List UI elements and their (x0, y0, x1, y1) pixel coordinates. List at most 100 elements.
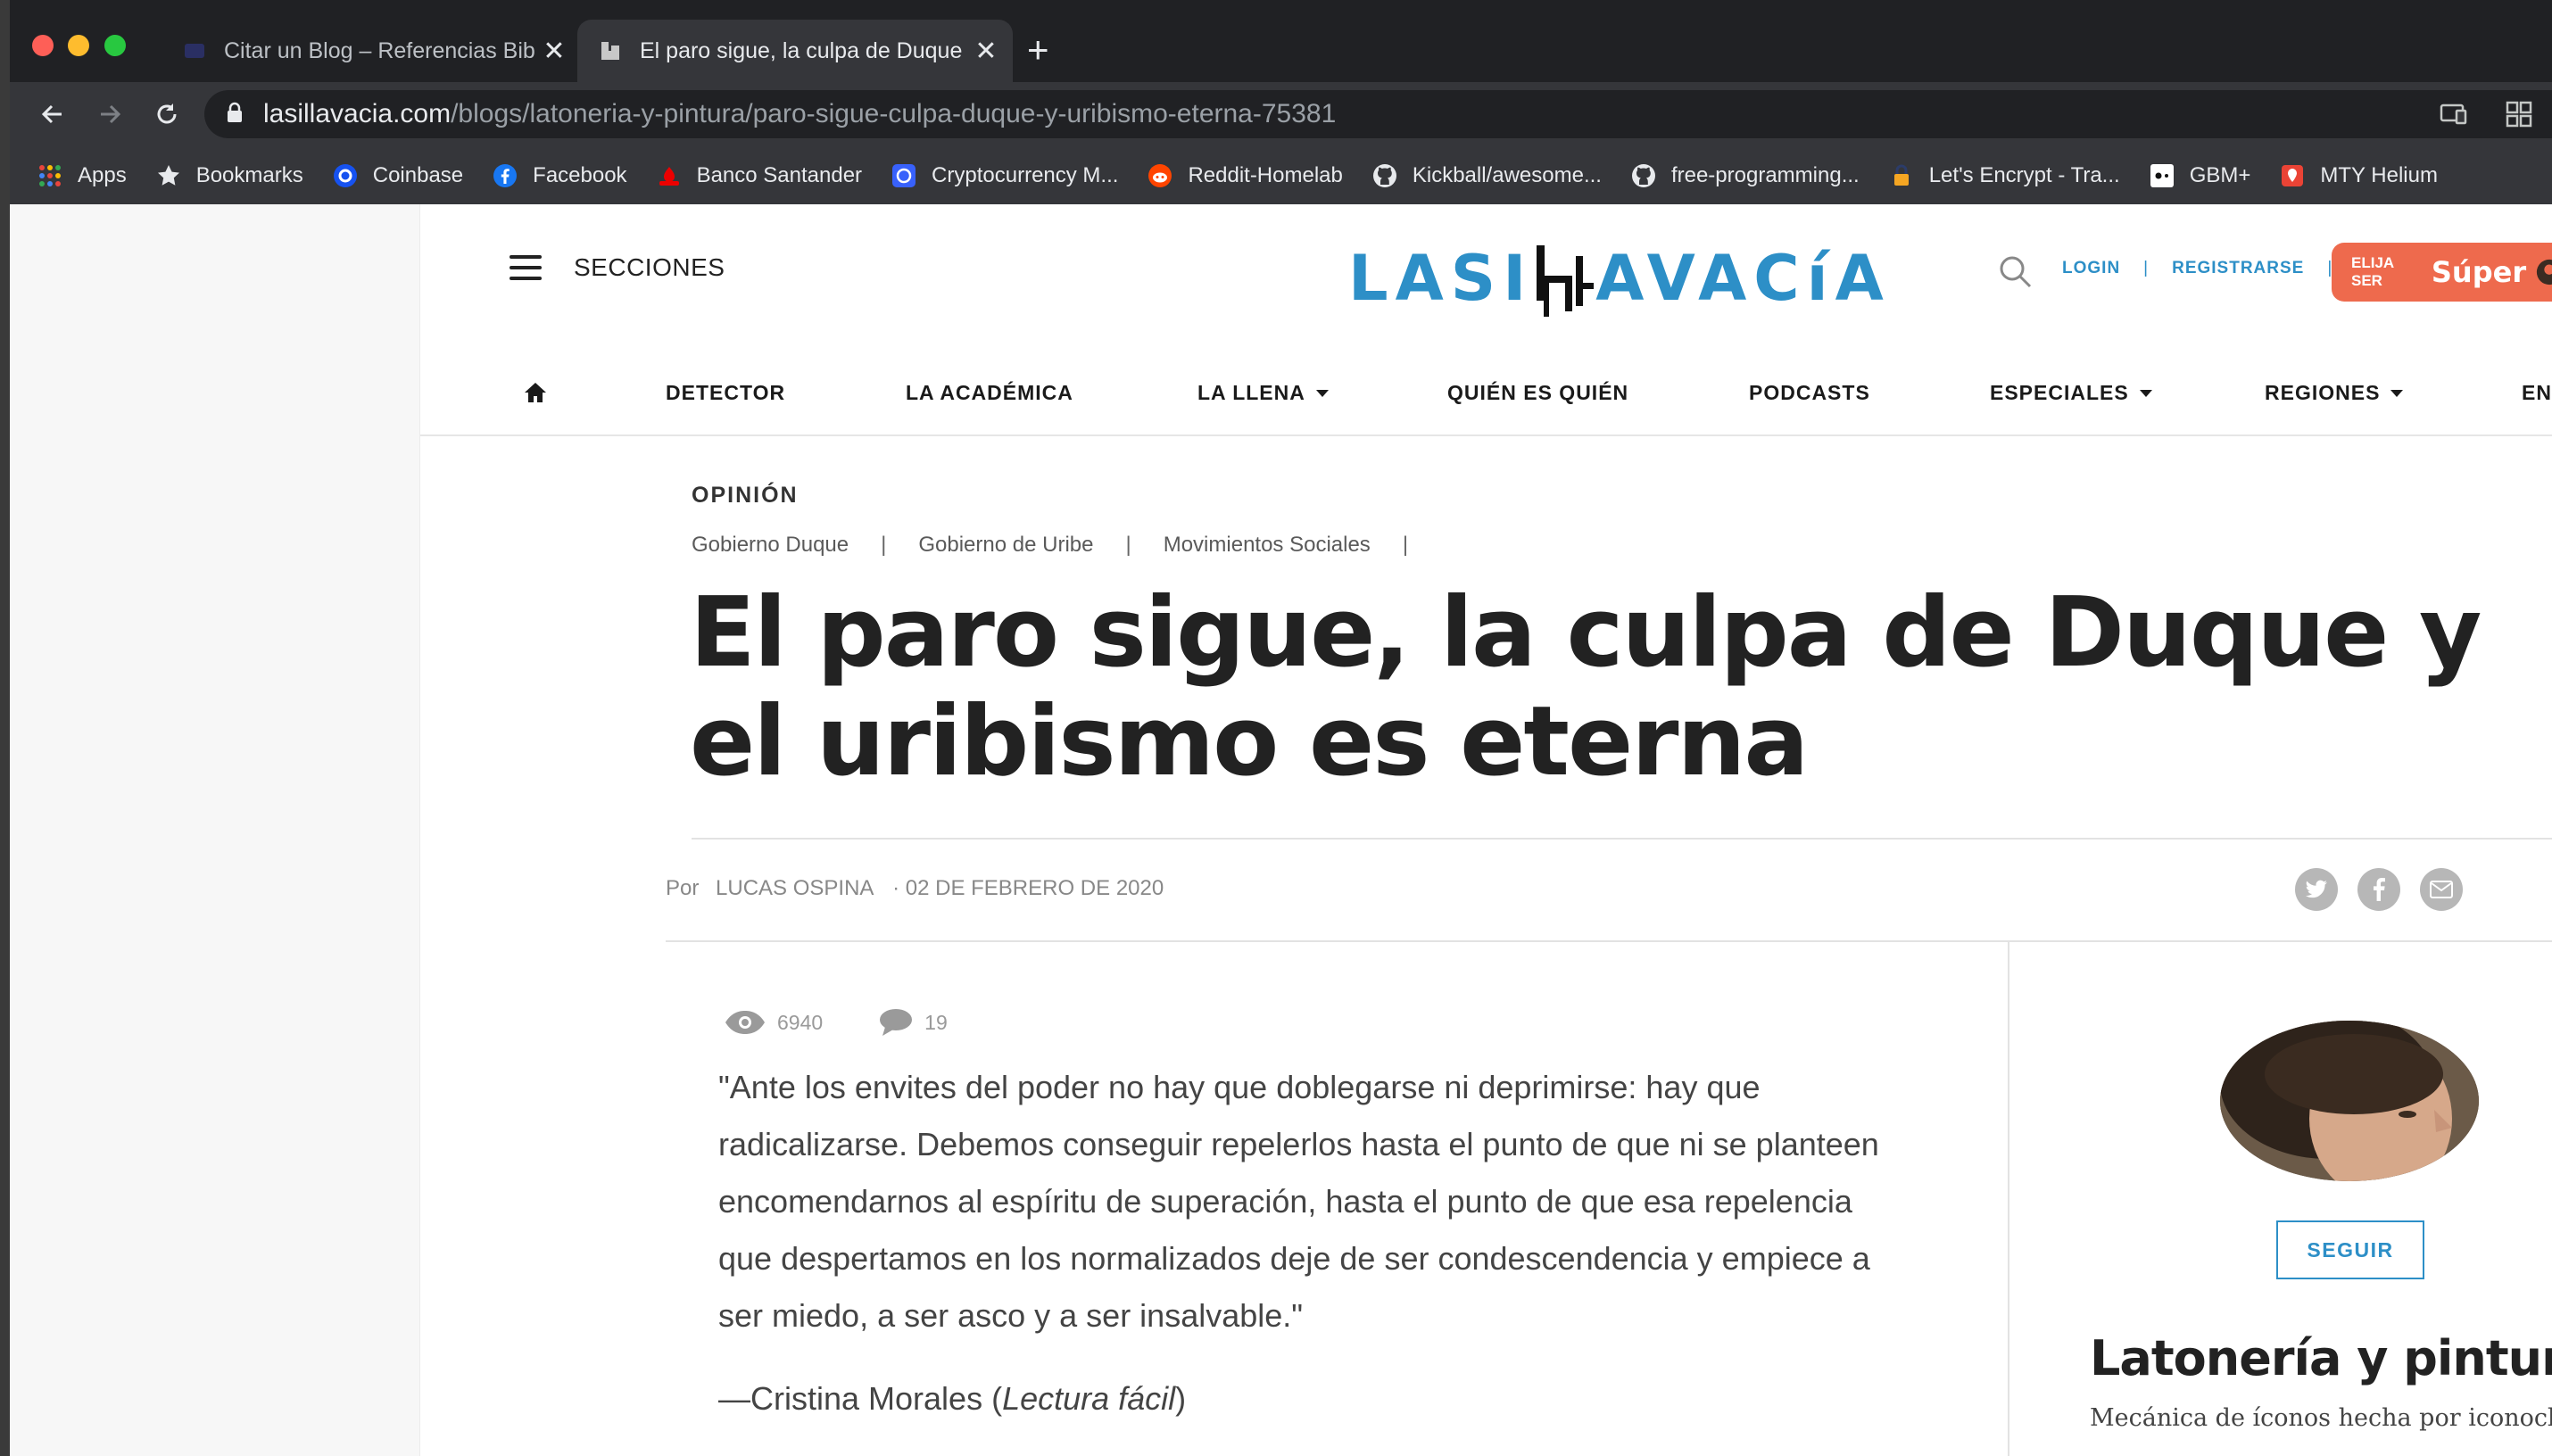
tag-link[interactable]: Gobierno Duque (692, 533, 849, 558)
blog-title[interactable]: Latonería y pintura (2090, 1330, 2552, 1386)
omnibox-actions (2438, 99, 2534, 129)
bookmark-apps[interactable]: Apps (37, 162, 127, 189)
bookmark-label: Coinbase (372, 162, 464, 187)
github-icon (1371, 162, 1398, 189)
logo-text: LASI AVACíA (1348, 240, 1891, 326)
bookmark-santander[interactable]: Banco Santander (656, 162, 862, 189)
bookmark-reddit[interactable]: Reddit-Homelab (1147, 162, 1343, 189)
logo-text-right: AVACíA (1595, 242, 1891, 315)
article-tags: Gobierno Duque | Gobierno de Uribe | Mov… (692, 533, 1440, 558)
nav-quien-es-quien[interactable]: QUIÉN ES QUIÉN (1447, 381, 1628, 405)
author-link[interactable]: LUCAS OSPINA (716, 876, 874, 900)
bookmark-cryptocurrency[interactable]: Cryptocurrency M... (891, 162, 1118, 189)
login-link[interactable]: LOGIN (2062, 259, 2120, 278)
bookmark-letsencrypt[interactable]: Let's Encrypt - Tra... (1888, 162, 2120, 189)
close-tab-icon[interactable]: ✕ (968, 36, 1004, 67)
nav-detector[interactable]: DETECTOR (666, 381, 785, 405)
lock-icon (226, 102, 244, 128)
super-membership-button[interactable]: ELIJA SER Súper (2332, 243, 2552, 302)
tab-citar-blog[interactable]: Citar un Blog – Referencias Bibliográfic… (162, 20, 581, 82)
citar-favicon-icon (181, 37, 208, 64)
author-avatar[interactable] (2220, 1021, 2479, 1181)
nav-podcasts[interactable]: PODCASTS (1749, 381, 1870, 405)
super-big-label: Súper (2431, 255, 2527, 289)
caret-down-icon (1315, 389, 1329, 397)
bookmark-coinbase[interactable]: Coinbase (332, 162, 463, 189)
views-count: 6940 (777, 1010, 824, 1034)
bookmark-facebook[interactable]: Facebook (492, 162, 627, 189)
close-window-button[interactable] (32, 35, 54, 56)
tab-el-paro-sigue[interactable]: El paro sigue, la culpa de Duque y el ur… (577, 20, 1013, 82)
nav-label: LA LLENA (1197, 381, 1305, 404)
site-logo[interactable]: LASI AVACíA (1348, 240, 1891, 326)
star-icon (155, 162, 182, 189)
caret-down-icon (2390, 389, 2404, 397)
cast-icon[interactable] (2438, 99, 2468, 129)
caret-down-icon (2139, 389, 2152, 397)
bookmarks-bar: Apps Bookmarks Coinbase Facebook Banco S… (10, 146, 2552, 204)
nav-especiales[interactable]: ESPECIALES (1990, 381, 2152, 405)
blog-subtitle: Mecánica de íconos hecha por iconoclasta (2090, 1404, 2552, 1432)
attribution-suffix: ) (1175, 1380, 1187, 1417)
nav-la-llena[interactable]: LA LLENA (1197, 381, 1329, 405)
arrow-right-icon (101, 104, 121, 124)
comments-count[interactable]: 19 (924, 1011, 948, 1035)
coinmarketcap-icon (891, 162, 917, 189)
divider: | (2143, 259, 2150, 277)
github-icon (1630, 162, 1657, 189)
reddit-icon (1147, 162, 1173, 189)
logo-text-right-label: AVACíA (1595, 242, 1891, 316)
attribution-prefix: —Cristina Morales ( (718, 1380, 1003, 1417)
article-byline: Por LUCAS OSPINA · 02 DE FEBRERO DE 2020 (666, 876, 1164, 901)
bookmark-mty-helium[interactable]: MTY Helium (2279, 162, 2438, 189)
page-left-gutter (10, 204, 420, 1456)
close-tab-icon[interactable]: ✕ (536, 36, 572, 67)
facebook-share-button[interactable] (2357, 868, 2400, 911)
address-bar[interactable]: lasillavacia.com/blogs/latoneria-y-pintu… (204, 90, 2552, 138)
nav-label: ESPECIALES (1990, 381, 2129, 404)
bookmark-free-programming[interactable]: free-programming... (1630, 162, 1860, 189)
tag-link[interactable]: Movimientos Sociales (1164, 533, 1371, 558)
lasillavacia-favicon-icon (597, 37, 624, 64)
article-stats: 6940 19 (724, 1007, 948, 1038)
divider (666, 940, 2552, 942)
nav-regiones[interactable]: REGIONES (2265, 381, 2404, 405)
search-icon[interactable] (1998, 254, 2034, 294)
back-button[interactable] (31, 93, 74, 136)
maximize-window-button[interactable] (104, 35, 126, 56)
web-page: SECCIONES LASI AVACíA LOGIN | REGISTRARSE… (10, 204, 2552, 1456)
nav-en-v[interactable]: EN V (2522, 381, 2552, 405)
hamburger-icon (510, 255, 542, 280)
url-path: /blogs/latoneria-y-pintura/paro-sigue-cu… (451, 99, 1337, 128)
nav-label: PODCASTS (1749, 381, 1870, 404)
nav-la-academica[interactable]: LA ACADÉMICA (906, 381, 1073, 405)
forward-button[interactable] (88, 93, 131, 136)
apps-grid-icon (37, 162, 63, 189)
sections-menu-button[interactable]: SECCIONES (510, 253, 725, 282)
santander-icon (656, 162, 683, 189)
reload-button[interactable] (145, 93, 188, 136)
register-link[interactable]: REGISTRARSE (2172, 259, 2304, 278)
bookmark-label: Let's Encrypt - Tra... (1928, 162, 2120, 187)
bookmark-label: Cryptocurrency M... (932, 162, 1119, 187)
chair-logo-icon (1537, 245, 1595, 317)
article-kicker[interactable]: OPINIÓN (692, 483, 799, 509)
new-tab-button[interactable]: + (1027, 30, 1049, 70)
extensions-icon[interactable] (2504, 99, 2534, 129)
bookmark-gbm[interactable]: GBM+ (2149, 162, 2250, 189)
home-icon[interactable] (523, 381, 548, 404)
follow-button[interactable]: SEGUIR (2276, 1220, 2424, 1279)
map-pin-icon (2279, 162, 2306, 189)
comment-icon[interactable] (878, 1007, 914, 1038)
email-share-button[interactable] (2420, 868, 2463, 911)
tab-title: El paro sigue, la culpa de Duque y el ur… (640, 37, 968, 63)
twitter-share-button[interactable] (2295, 868, 2338, 911)
tag-link[interactable]: Gobierno de Uribe (918, 533, 1093, 558)
envelope-icon (2430, 881, 2453, 898)
bookmark-bookmarks[interactable]: Bookmarks (155, 162, 303, 189)
arrow-left-icon (41, 104, 62, 124)
nav-label: DETECTOR (666, 381, 786, 404)
minimize-window-button[interactable] (68, 35, 89, 56)
tab-title: Citar un Blog – Referencias Bibliográfic… (224, 37, 536, 63)
bookmark-kickball[interactable]: Kickball/awesome... (1371, 162, 1602, 189)
